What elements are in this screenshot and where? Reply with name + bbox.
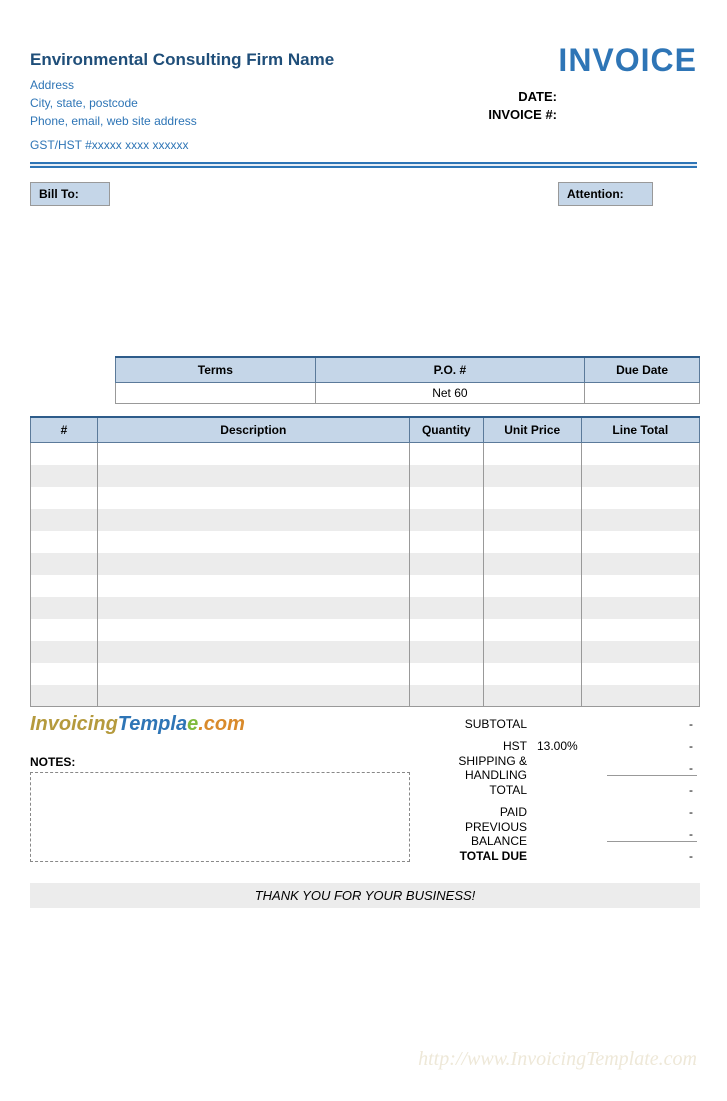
contact-line: Phone, email, web site address — [30, 112, 697, 130]
item-row — [31, 509, 700, 531]
notes-box[interactable] — [30, 772, 410, 862]
total-due-value: - — [607, 849, 697, 863]
item-row — [31, 619, 700, 641]
invoice-number-label: INVOICE #: — [488, 106, 557, 124]
thank-you-message: THANK YOU FOR YOUR BUSINESS! — [30, 883, 700, 908]
logo-part-invoicing: Invoicing — [30, 713, 118, 735]
col-description-header: Description — [97, 417, 409, 443]
item-row — [31, 663, 700, 685]
bill-to-label: Bill To: — [30, 182, 110, 206]
logo-part-e: e — [187, 713, 198, 735]
notes-label: NOTES: — [30, 755, 410, 769]
item-row — [31, 685, 700, 707]
header-divider — [30, 162, 697, 168]
due-date-header: Due Date — [585, 357, 700, 383]
total-value: - — [607, 783, 697, 797]
item-row — [31, 443, 700, 465]
invoice-header: Environmental Consulting Firm Name Addre… — [30, 50, 697, 152]
invoice-meta: DATE: INVOICE #: — [488, 88, 557, 124]
bill-to-row: Bill To: Attention: — [30, 182, 697, 206]
subtotal-value: - — [607, 717, 697, 731]
po-value: Net 60 — [315, 383, 584, 404]
date-label: DATE: — [488, 88, 557, 106]
col-line-total-header: Line Total — [581, 417, 699, 443]
previous-balance-value: - — [607, 827, 697, 842]
item-row — [31, 553, 700, 575]
gst-line: GST/HST #xxxxx xxxx xxxxxx — [30, 138, 697, 152]
item-row — [31, 531, 700, 553]
total-due-label: TOTAL DUE — [420, 849, 537, 863]
logo-part-templa: Templa — [118, 713, 187, 735]
item-row — [31, 487, 700, 509]
city-state-postcode: City, state, postcode — [30, 94, 697, 112]
footer-watermark: http://www.InvoicingTemplate.com — [418, 1048, 697, 1071]
logo-part-com: .com — [198, 713, 245, 735]
col-unit-price-header: Unit Price — [483, 417, 581, 443]
shipping-value: - — [607, 761, 697, 776]
col-quantity-header: Quantity — [409, 417, 483, 443]
terms-row: Net 60 — [116, 383, 700, 404]
item-row — [31, 641, 700, 663]
item-row — [31, 575, 700, 597]
shipping-label: SHIPPING & HANDLING — [420, 754, 537, 782]
po-header: P.O. # — [315, 357, 584, 383]
items-table: # Description Quantity Unit Price Line T… — [30, 416, 700, 707]
item-row — [31, 465, 700, 487]
terms-header: Terms — [116, 357, 316, 383]
totals-section: SUBTOTAL - HST 13.00% - SHIPPING & HANDL… — [420, 713, 697, 867]
logo-watermark: InvoicingTemplae.com — [30, 713, 260, 743]
terms-table: Terms P.O. # Due Date Net 60 — [115, 356, 700, 404]
invoice-title: INVOICE — [558, 42, 697, 79]
paid-label: PAID — [420, 805, 537, 819]
due-date-value — [585, 383, 700, 404]
paid-value: - — [607, 805, 697, 819]
attention-label: Attention: — [558, 182, 653, 206]
previous-balance-label: PREVIOUS BALANCE — [420, 820, 537, 848]
col-number-header: # — [31, 417, 98, 443]
hst-label: HST — [420, 739, 537, 753]
terms-value — [116, 383, 316, 404]
item-row — [31, 597, 700, 619]
hst-value: - — [607, 739, 697, 753]
subtotal-label: SUBTOTAL — [420, 717, 537, 731]
total-label: TOTAL — [420, 783, 537, 797]
hst-rate: 13.00% — [537, 739, 607, 753]
